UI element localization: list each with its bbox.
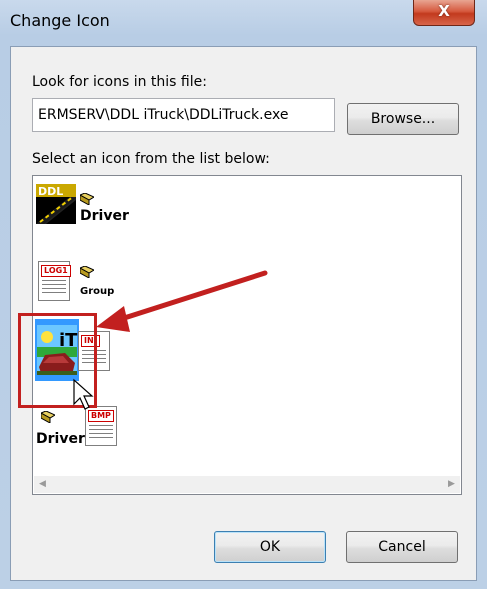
- folder-icon: [78, 263, 96, 279]
- change-icon-dialog: Change Icon X Look for icons in this fil…: [0, 0, 487, 589]
- ddl-road-icon[interactable]: DDL: [36, 184, 76, 224]
- bmp-tag: BMP: [88, 410, 114, 422]
- doc-lines: [89, 425, 113, 441]
- icon-list-label: Select an icon from the list below:: [32, 151, 270, 167]
- log-tag: LOG1: [41, 265, 71, 277]
- file-path-input[interactable]: ERMSERV\DDL iTruck\DDLiTruck.exe: [32, 98, 335, 132]
- driver-caption: Driver: [36, 431, 85, 447]
- folder-icon: [78, 190, 96, 206]
- close-icon: X: [438, 2, 450, 20]
- title-bar: Change Icon X: [0, 0, 487, 40]
- log-document-icon[interactable]: LOG1: [38, 261, 71, 301]
- doc-lines: [42, 280, 66, 296]
- folder-icon: [39, 408, 57, 424]
- browse-button[interactable]: Browse...: [347, 103, 459, 135]
- ddl-text: DDL: [38, 185, 63, 198]
- ok-button[interactable]: OK: [214, 531, 326, 563]
- driver-caption: Driver: [80, 208, 129, 224]
- window-title: Change Icon: [10, 11, 110, 30]
- horizontal-scrollbar[interactable]: ◀ ▶: [34, 476, 460, 493]
- scroll-left-icon[interactable]: ◀: [34, 476, 51, 493]
- file-path-label: Look for icons in this file:: [32, 74, 207, 90]
- annotation-highlight-box: [18, 313, 97, 408]
- bmp-document-icon[interactable]: BMP: [85, 406, 117, 446]
- cancel-button[interactable]: Cancel: [346, 531, 458, 563]
- scroll-right-icon[interactable]: ▶: [443, 476, 460, 493]
- close-button[interactable]: X: [413, 0, 475, 26]
- group-caption: Group: [80, 286, 115, 297]
